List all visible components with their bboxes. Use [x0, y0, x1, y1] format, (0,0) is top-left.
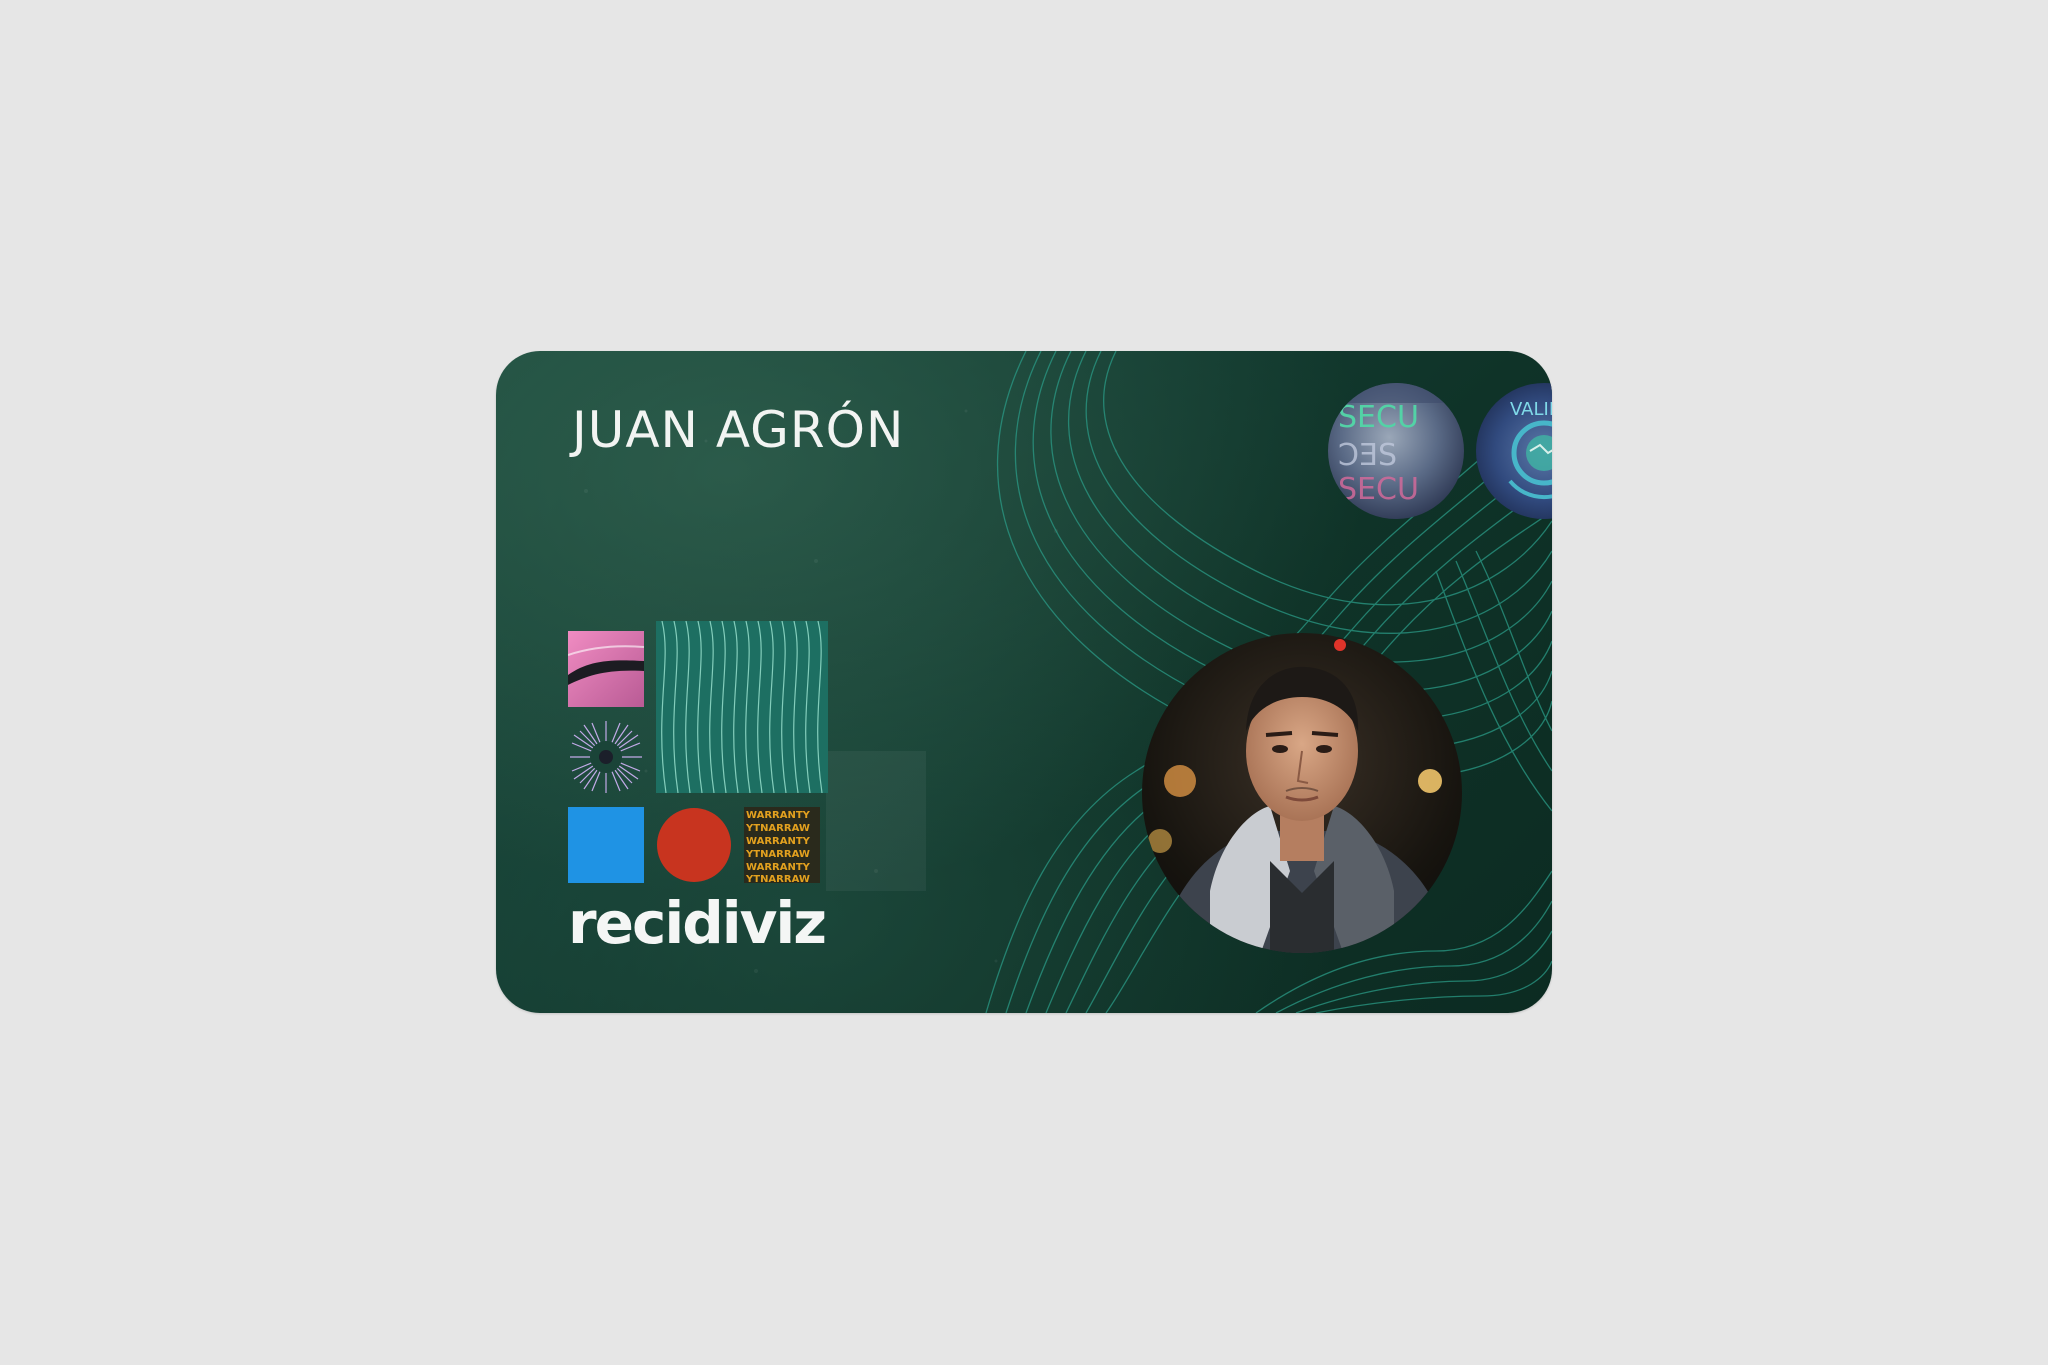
- svg-text:SECU: SECU: [1338, 400, 1419, 435]
- red-circle-tile: [657, 808, 731, 882]
- svg-text:YTNARRAW: YTNARRAW: [745, 849, 810, 860]
- globe-hologram-icon: VALID: [1476, 383, 1552, 519]
- person-portrait-icon: [1142, 633, 1462, 953]
- card-holder-name: JUAN AGRÓN: [572, 401, 905, 459]
- svg-text:WARRANTY: WARRANTY: [746, 836, 811, 847]
- brand-wordmark: recidiviz: [568, 889, 827, 957]
- teal-wave-tile: [656, 621, 828, 793]
- svg-text:VALID: VALID: [1510, 399, 1552, 420]
- svg-text:YTNARRAW: YTNARRAW: [745, 823, 810, 834]
- starburst-tile: [570, 721, 642, 793]
- security-hologram-icon: SECU ƆƎS SECU: [1328, 383, 1464, 519]
- id-card: JUAN AGRÓN SECU ƆƎS SECU VALID WARRANTY …: [496, 351, 1552, 1013]
- warranty-tile: WARRANTY YTNARRAW WARRANTY YTNARRAW WARR…: [744, 807, 820, 883]
- svg-text:SECU: SECU: [1338, 472, 1419, 507]
- svg-text:YTNARRAW: YTNARRAW: [745, 874, 810, 883]
- svg-text:ƆƎS: ƆƎS: [1338, 438, 1397, 473]
- pink-wave-tile: [568, 631, 644, 707]
- svg-text:WARRANTY: WARRANTY: [746, 810, 811, 821]
- svg-text:WARRANTY: WARRANTY: [746, 862, 811, 873]
- blue-square-tile: [568, 807, 644, 883]
